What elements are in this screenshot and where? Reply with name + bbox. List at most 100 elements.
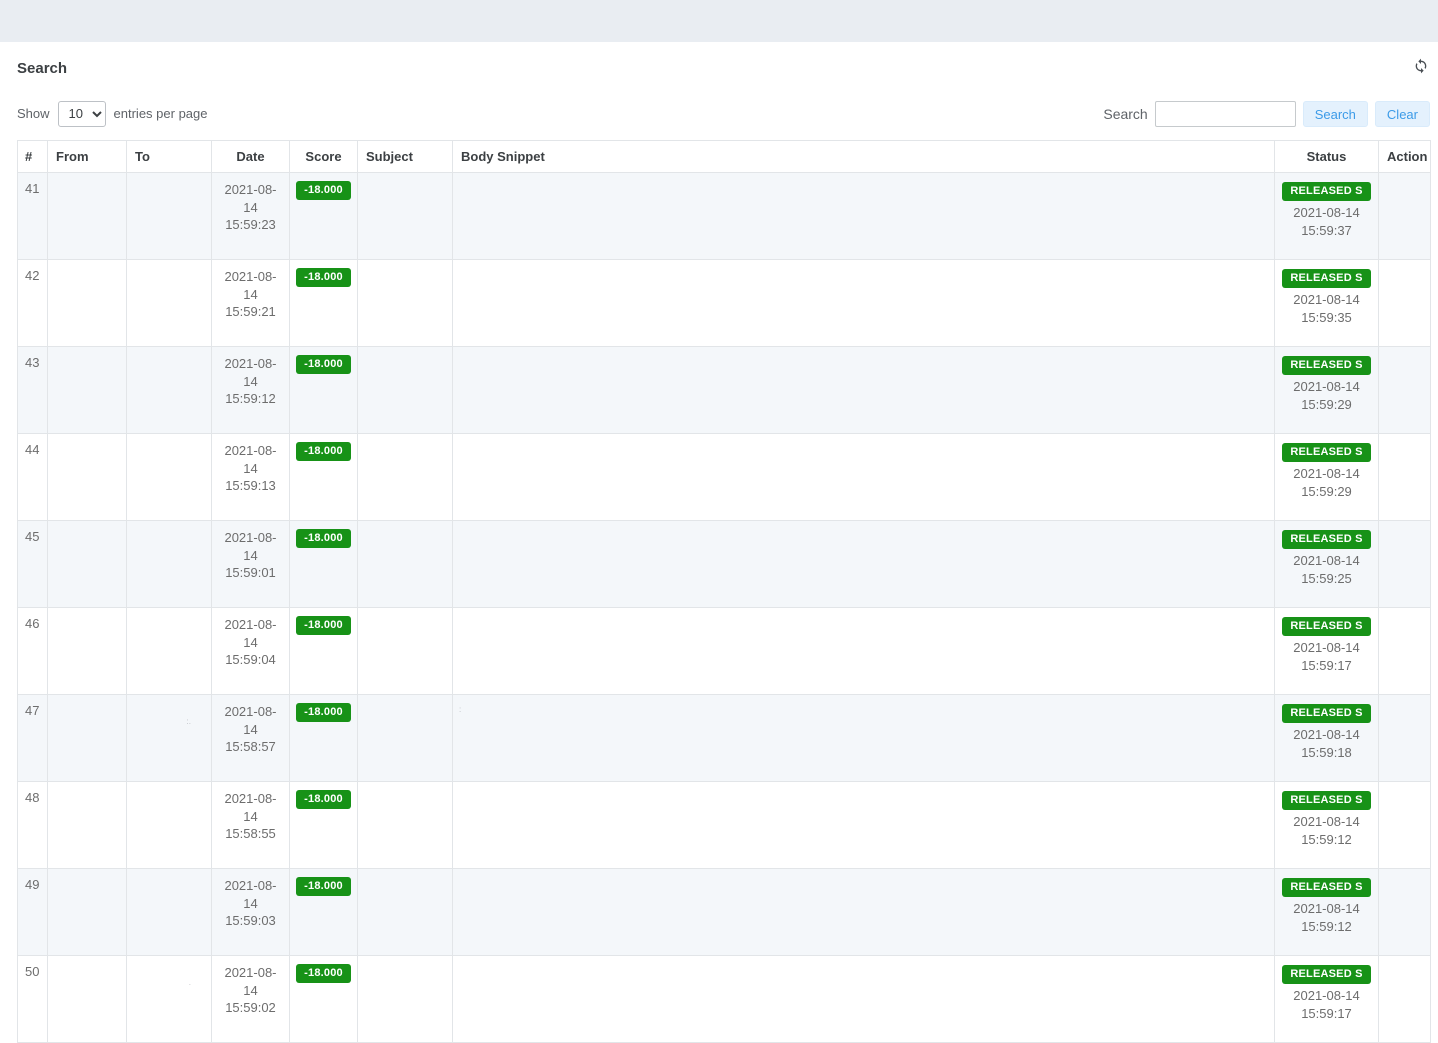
status-badge: RELEASED S [1282, 617, 1370, 636]
score-badge: -18.000 [296, 268, 351, 287]
table-controls: Show 10 entries per page Search Search C… [17, 100, 1430, 127]
date-line: 2021-08-14 [218, 790, 283, 825]
body-snippet-cell [453, 434, 1275, 521]
action-cell [1379, 782, 1431, 869]
score-badge: -18.000 [296, 877, 351, 896]
from-cell [48, 260, 127, 347]
score-cell: -18.000 [290, 521, 358, 608]
table-row: 41 2021-08-14 15:59:23 -18.000 RELEASED … [18, 173, 1431, 260]
body-snippet-cell [453, 521, 1275, 608]
date-line: 2021-08-14 [218, 616, 283, 651]
status-badge: RELEASED S [1282, 182, 1370, 201]
status-time-line: 15:59:12 [1281, 831, 1372, 849]
row-number-cell: 44 [18, 434, 48, 521]
refresh-button[interactable] [1412, 57, 1430, 80]
score-cell: -18.000 [290, 173, 358, 260]
column-header-subject: Subject [358, 141, 453, 173]
from-cell [48, 782, 127, 869]
column-header-action: Action [1379, 141, 1431, 173]
search-button[interactable]: Search [1303, 101, 1368, 127]
results-table: # From To Date Score Subject Body Snippe… [17, 140, 1431, 1043]
score-badge: -18.000 [296, 181, 351, 200]
status-cell: RELEASED S 2021-08-14 15:59:17 [1275, 608, 1379, 695]
column-header-from: From [48, 141, 127, 173]
body-snippet-cell [453, 782, 1275, 869]
score-badge: -18.000 [296, 703, 351, 722]
status-date-line: 2021-08-14 [1281, 465, 1372, 483]
time-line: 15:58:55 [218, 825, 283, 843]
status-time-line: 15:59:12 [1281, 918, 1372, 936]
date-cell: 2021-08-14 15:58:57 [212, 695, 290, 782]
time-line: 15:59:21 [218, 303, 283, 321]
subject-cell [358, 434, 453, 521]
score-badge: -18.000 [296, 355, 351, 374]
status-date-line: 2021-08-14 [1281, 204, 1372, 222]
subject-cell [358, 347, 453, 434]
status-cell: RELEASED S 2021-08-14 15:59:18 [1275, 695, 1379, 782]
date-cell: 2021-08-14 15:59:21 [212, 260, 290, 347]
to-cell: . [127, 956, 212, 1043]
score-badge: -18.000 [296, 964, 351, 983]
status-badge: RELEASED S [1282, 269, 1370, 288]
entries-per-page-group: Show 10 entries per page [17, 101, 207, 127]
search-label: Search [1103, 106, 1147, 122]
action-cell [1379, 608, 1431, 695]
table-row: 43 2021-08-14 15:59:12 -18.000 RELEASED … [18, 347, 1431, 434]
row-number-cell: 46 [18, 608, 48, 695]
refresh-icon [1413, 58, 1429, 79]
date-cell: 2021-08-14 15:59:02 [212, 956, 290, 1043]
date-cell: 2021-08-14 15:59:04 [212, 608, 290, 695]
score-cell: -18.000 [290, 347, 358, 434]
date-line: 2021-08-14 [218, 181, 283, 216]
subject-cell [358, 260, 453, 347]
score-cell: -18.000 [290, 260, 358, 347]
action-cell [1379, 260, 1431, 347]
table-header-row: # From To Date Score Subject Body Snippe… [18, 141, 1431, 173]
status-time-line: 15:59:35 [1281, 309, 1372, 327]
row-number-cell: 49 [18, 869, 48, 956]
status-badge: RELEASED S [1282, 878, 1370, 897]
table-row: 46 2021-08-14 15:59:04 -18.000 RELEASED … [18, 608, 1431, 695]
status-cell: RELEASED S 2021-08-14 15:59:35 [1275, 260, 1379, 347]
score-cell: -18.000 [290, 782, 358, 869]
status-cell: RELEASED S 2021-08-14 15:59:12 [1275, 869, 1379, 956]
row-number-cell: 47 [18, 695, 48, 782]
to-cell [127, 347, 212, 434]
row-number-cell: 41 [18, 173, 48, 260]
to-cell [127, 869, 212, 956]
status-time-line: 15:59:18 [1281, 744, 1372, 762]
status-date-line: 2021-08-14 [1281, 552, 1372, 570]
from-cell [48, 956, 127, 1043]
body-snippet-cell [453, 956, 1275, 1043]
column-header-body-snippet: Body Snippet [453, 141, 1275, 173]
date-line: 2021-08-14 [218, 703, 283, 738]
score-badge: -18.000 [296, 442, 351, 461]
score-badge: -18.000 [296, 529, 351, 548]
status-cell: RELEASED S 2021-08-14 15:59:29 [1275, 347, 1379, 434]
subject-cell [358, 521, 453, 608]
main-content: Search Show 10 entries per page Search S… [0, 59, 1438, 1043]
status-time-line: 15:59:17 [1281, 1005, 1372, 1023]
search-group: Search Search Clear [1103, 101, 1430, 127]
date-cell: 2021-08-14 15:59:01 [212, 521, 290, 608]
action-cell [1379, 173, 1431, 260]
date-cell: 2021-08-14 15:59:13 [212, 434, 290, 521]
status-cell: RELEASED S 2021-08-14 15:59:17 [1275, 956, 1379, 1043]
from-cell [48, 695, 127, 782]
status-time-line: 15:59:29 [1281, 396, 1372, 414]
search-input[interactable] [1155, 101, 1296, 127]
clear-button[interactable]: Clear [1375, 101, 1430, 127]
top-navbar [0, 0, 1438, 42]
status-badge: RELEASED S [1282, 965, 1370, 984]
time-line: 15:59:02 [218, 999, 283, 1017]
score-cell: -18.000 [290, 695, 358, 782]
body-snippet-cell [453, 173, 1275, 260]
body-snippet-cell [453, 608, 1275, 695]
to-cell: :. [127, 695, 212, 782]
time-line: 15:59:13 [218, 477, 283, 495]
time-line: 15:59:01 [218, 564, 283, 582]
column-header-status: Status [1275, 141, 1379, 173]
status-time-line: 15:59:37 [1281, 222, 1372, 240]
entries-per-page-select[interactable]: 10 [58, 101, 106, 127]
table-row: 48 2021-08-14 15:58:55 -18.000 RELEASED … [18, 782, 1431, 869]
